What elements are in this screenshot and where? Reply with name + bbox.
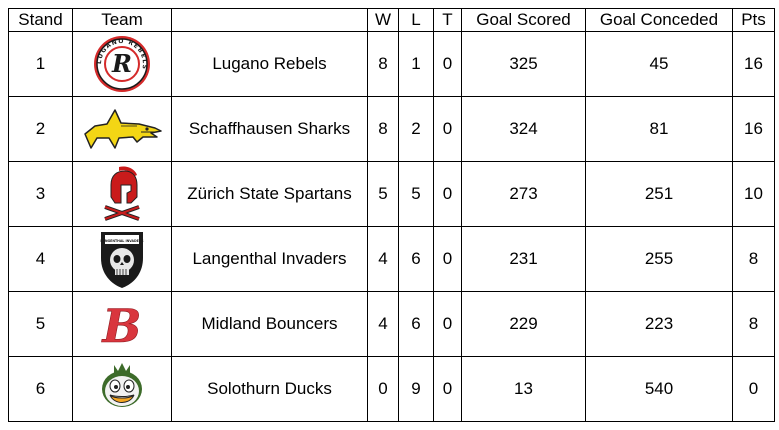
team-name-cell: Midland Bouncers <box>171 291 368 357</box>
logo-cell <box>72 356 172 422</box>
points-cell: 8 <box>732 291 775 357</box>
stand-cell: 2 <box>8 96 73 162</box>
losses-cell: 1 <box>398 31 434 97</box>
goal-conceded-cell: 255 <box>585 226 733 292</box>
ties-cell: 0 <box>433 31 462 97</box>
team-name-cell: Langenthal Invaders <box>171 226 368 292</box>
lugano-rebels-logo: LUGANO REBELS R <box>94 36 150 92</box>
header-team: Team <box>72 8 172 32</box>
losses-cell: 6 <box>398 226 434 292</box>
header-row: Stand Team W L T Goal Scored Goal Conced… <box>8 8 775 32</box>
standings-table: Stand Team W L T Goal Scored Goal Conced… <box>8 8 775 422</box>
wins-cell: 0 <box>367 356 399 422</box>
header-goal-scored: Goal Scored <box>461 8 586 32</box>
ties-cell: 0 <box>433 291 462 357</box>
losses-cell: 6 <box>398 291 434 357</box>
stand-cell: 4 <box>8 226 73 292</box>
goal-scored-cell: 229 <box>461 291 586 357</box>
goal-scored-cell: 231 <box>461 226 586 292</box>
team-name-cell: Solothurn Ducks <box>171 356 368 422</box>
table-row: 3 Zürich State Spartans 5 5 0 273 251 10 <box>8 161 775 227</box>
wins-cell: 8 <box>367 31 399 97</box>
team-name-cell: Schaffhausen Sharks <box>171 96 368 162</box>
spartan-helmet-logo <box>104 166 140 221</box>
goal-scored-cell: 325 <box>461 31 586 97</box>
header-ties: T <box>433 8 462 32</box>
losses-cell: 9 <box>398 356 434 422</box>
ties-cell: 0 <box>433 96 462 162</box>
points-cell: 16 <box>732 96 775 162</box>
goal-conceded-cell: 251 <box>585 161 733 227</box>
goal-conceded-cell: 223 <box>585 291 733 357</box>
logo-cell: LANGENTHAL INVADERS <box>72 226 172 292</box>
table-row: 6 Solothurn Ducks 0 9 0 13 540 0 <box>8 356 775 422</box>
goal-scored-cell: 324 <box>461 96 586 162</box>
goal-scored-cell: 13 <box>461 356 586 422</box>
wins-cell: 5 <box>367 161 399 227</box>
logo-cell: LUGANO REBELS R <box>72 31 172 97</box>
goal-conceded-cell: 81 <box>585 96 733 162</box>
header-goal-conceded: Goal Conceded <box>585 8 733 32</box>
goal-scored-cell: 273 <box>461 161 586 227</box>
table-row: 2 Schaffhausen Sharks 8 2 0 324 81 16 <box>8 96 775 162</box>
table-row: 5 B Midland Bouncers 4 6 0 229 223 8 <box>8 291 775 357</box>
bouncers-b-logo: B <box>100 299 142 352</box>
stand-cell: 6 <box>8 356 73 422</box>
wins-cell: 4 <box>367 291 399 357</box>
logo-cell <box>72 96 172 162</box>
team-name-cell: Zürich State Spartans <box>171 161 368 227</box>
losses-cell: 5 <box>398 161 434 227</box>
points-cell: 10 <box>732 161 775 227</box>
table-row: 1 LUGANO REBELS R Lugano Rebels 8 1 0 32… <box>8 31 775 97</box>
invaders-banner-text: LANGENTHAL INVADERS <box>100 239 144 243</box>
stand-cell: 5 <box>8 291 73 357</box>
team-name-cell: Lugano Rebels <box>171 31 368 97</box>
stand-cell: 1 <box>8 31 73 97</box>
header-team-name <box>171 8 368 32</box>
stand-cell: 3 <box>8 161 73 227</box>
header-stand: Stand <box>8 8 73 32</box>
logo-cell: B <box>72 291 172 357</box>
duck-logo <box>102 363 142 407</box>
table-row: 4 LANGENTHAL INVADERS Langenthal Invader… <box>8 226 775 292</box>
header-points: Pts <box>732 8 775 32</box>
ties-cell: 0 <box>433 356 462 422</box>
points-cell: 8 <box>732 226 775 292</box>
ties-cell: 0 <box>433 226 462 292</box>
goal-conceded-cell: 45 <box>585 31 733 97</box>
goal-conceded-cell: 540 <box>585 356 733 422</box>
lugano-letter: R <box>111 49 132 78</box>
invaders-skull-logo: LANGENTHAL INVADERS <box>100 232 144 288</box>
ties-cell: 0 <box>433 161 462 227</box>
header-wins: W <box>367 8 399 32</box>
points-cell: 16 <box>732 31 775 97</box>
points-cell: 0 <box>732 356 775 422</box>
header-losses: L <box>398 8 434 32</box>
logo-cell <box>72 161 172 227</box>
wins-cell: 8 <box>367 96 399 162</box>
bouncers-letter: B <box>101 299 142 352</box>
losses-cell: 2 <box>398 96 434 162</box>
wins-cell: 4 <box>367 226 399 292</box>
shark-logo <box>84 109 162 149</box>
